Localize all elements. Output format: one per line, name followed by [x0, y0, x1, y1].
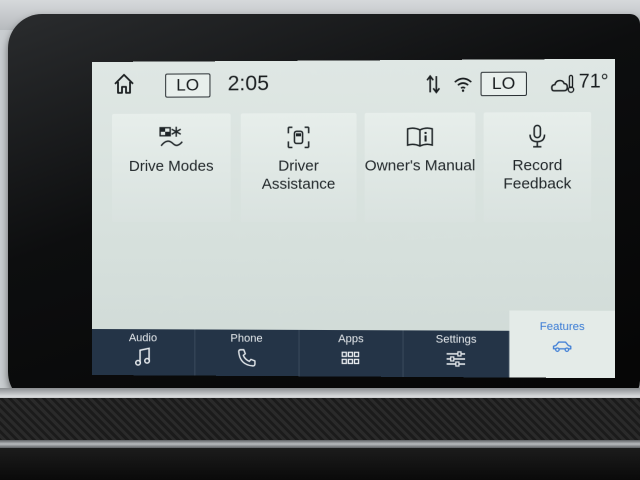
tile-label: Driver Assistance [241, 157, 357, 193]
weather-icon [551, 73, 576, 96]
manual-icon [406, 123, 435, 151]
nav-label: Settings [404, 333, 509, 346]
status-bar: LO 2:05 LO 71° [92, 59, 615, 108]
chrome-trim-lower [0, 440, 640, 448]
nav-audio[interactable]: Audio [92, 329, 195, 376]
drive-modes-icon [157, 124, 185, 152]
sliders-icon [446, 349, 467, 369]
tile-owners-manual[interactable]: Owner's Manual [365, 112, 476, 222]
home-icon[interactable] [112, 72, 136, 96]
data-transfer-icon [426, 74, 440, 94]
tile-label: Owner's Manual [365, 157, 476, 175]
infotainment-screen: LO 2:05 LO 71° Drive Modes Driver Assist… [92, 59, 615, 378]
nav-label: Features [510, 321, 615, 334]
tile-label: Drive Modes [112, 158, 231, 176]
nav-phone[interactable]: Phone [195, 329, 299, 376]
tile-label: Record Feedback [484, 157, 592, 194]
tile-record-feedback[interactable]: Record Feedback [484, 112, 592, 222]
nav-apps[interactable]: Apps [299, 330, 404, 377]
clock: 2:05 [228, 72, 269, 96]
passenger-climate-lo[interactable]: LO [481, 72, 527, 97]
car-icon [552, 336, 573, 356]
nav-label: Audio [92, 332, 194, 344]
nav-label: Phone [195, 332, 298, 345]
wifi-icon [453, 75, 474, 93]
nav-features[interactable]: Features [510, 310, 615, 378]
lower-dash [0, 448, 640, 480]
nav-settings[interactable]: Settings [404, 330, 510, 377]
music-note-icon [133, 347, 153, 367]
tile-drive-modes[interactable]: Drive Modes [112, 113, 231, 222]
apps-grid-icon [341, 348, 361, 368]
outside-temperature: 71° [579, 71, 609, 94]
bottom-nav: Audio Phone Apps Settings Features [92, 329, 615, 378]
tile-driver-assistance[interactable]: Driver Assistance [241, 113, 357, 222]
driver-assist-icon [284, 123, 312, 151]
microphone-icon [523, 122, 552, 151]
phone-icon [236, 348, 256, 368]
driver-climate-lo[interactable]: LO [165, 73, 210, 97]
nav-label: Apps [299, 333, 403, 346]
